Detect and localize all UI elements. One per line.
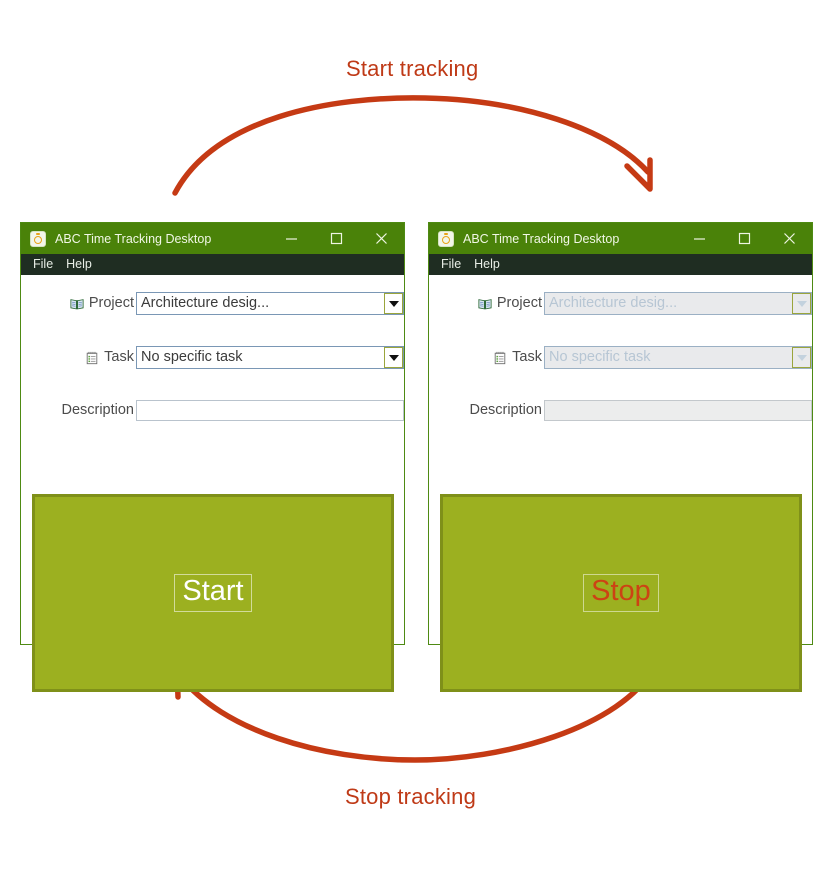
window-client-area: Project Architecture desig... Task No sp… xyxy=(429,275,812,692)
stop-tracking-caption: Stop tracking xyxy=(345,784,477,809)
start-tracking-arrow-icon xyxy=(172,95,653,196)
menu-item-help[interactable]: Help xyxy=(470,257,509,272)
window-controls xyxy=(677,223,812,254)
menubar: File Help xyxy=(429,254,812,275)
chevron-down-icon xyxy=(388,354,399,361)
description-row: Description xyxy=(21,399,404,422)
window-title: ABC Time Tracking Desktop xyxy=(55,231,212,246)
task-label: Task xyxy=(104,349,134,366)
book-icon xyxy=(70,298,84,309)
book-icon xyxy=(478,298,492,309)
project-row: Project Architecture desig... xyxy=(21,292,404,315)
window-client-area: Project Architecture desig... Task No sp… xyxy=(21,275,404,692)
task-dropdown-button xyxy=(792,347,811,368)
task-value: No specific task xyxy=(549,350,651,365)
task-label-group: Task xyxy=(21,350,136,365)
start-tracking-caption: Start tracking xyxy=(346,56,479,81)
task-combobox[interactable]: No specific task xyxy=(136,346,404,369)
stop-button-label: Stop xyxy=(583,574,659,612)
chevron-down-icon xyxy=(388,300,399,307)
start-button[interactable]: Start xyxy=(32,494,394,692)
notepad-icon xyxy=(494,351,506,364)
window-controls xyxy=(269,223,404,254)
description-label: Description xyxy=(61,402,134,419)
description-label-group: Description xyxy=(21,403,136,418)
titlebar: ABC Time Tracking Desktop xyxy=(429,223,812,254)
project-label: Project xyxy=(496,295,542,312)
chevron-down-icon xyxy=(796,300,807,307)
titlebar: ABC Time Tracking Desktop xyxy=(21,223,404,254)
notepad-icon xyxy=(86,351,98,364)
start-button-label: Start xyxy=(174,574,252,612)
task-label-group: Task xyxy=(429,350,544,365)
project-label-group: Project xyxy=(21,296,136,311)
menubar: File Help xyxy=(21,254,404,275)
project-dropdown-button xyxy=(792,293,811,314)
task-row: Task No specific task xyxy=(429,346,812,369)
task-row: Task No specific task xyxy=(21,346,404,369)
description-label: Description xyxy=(469,402,542,419)
project-row: Project Architecture desig... xyxy=(429,292,812,315)
task-dropdown-button[interactable] xyxy=(384,347,403,368)
task-value: No specific task xyxy=(141,350,243,365)
project-value: Architecture desig... xyxy=(141,296,270,311)
description-input[interactable] xyxy=(136,400,404,421)
chevron-down-icon xyxy=(796,354,807,361)
description-row: Description xyxy=(429,399,812,422)
minimize-icon[interactable] xyxy=(269,223,314,254)
minimize-icon[interactable] xyxy=(677,223,722,254)
menu-item-file[interactable]: File xyxy=(437,257,470,272)
time-tracking-window-stop: ABC Time Tracking Desktop File Help Proj… xyxy=(428,222,813,692)
task-combobox: No specific task xyxy=(544,346,812,369)
time-tracking-window-start: ABC Time Tracking Desktop File Help Proj… xyxy=(20,222,405,692)
stop-button[interactable]: Stop xyxy=(440,494,802,692)
project-combobox[interactable]: Architecture desig... xyxy=(136,292,404,315)
timer-app-icon xyxy=(30,230,46,247)
menu-item-help[interactable]: Help xyxy=(62,257,101,272)
task-label: Task xyxy=(512,349,542,366)
project-combobox: Architecture desig... xyxy=(544,292,812,315)
close-icon[interactable] xyxy=(359,223,404,254)
project-label-group: Project xyxy=(429,296,544,311)
project-value: Architecture desig... xyxy=(549,296,678,311)
maximize-icon[interactable] xyxy=(722,223,767,254)
window-title: ABC Time Tracking Desktop xyxy=(463,231,620,246)
menu-item-file[interactable]: File xyxy=(29,257,62,272)
maximize-icon[interactable] xyxy=(314,223,359,254)
description-input xyxy=(544,400,812,421)
description-label-group: Description xyxy=(429,403,544,418)
project-dropdown-button[interactable] xyxy=(384,293,403,314)
close-icon[interactable] xyxy=(767,223,812,254)
project-label: Project xyxy=(88,295,134,312)
timer-app-icon xyxy=(438,230,454,247)
